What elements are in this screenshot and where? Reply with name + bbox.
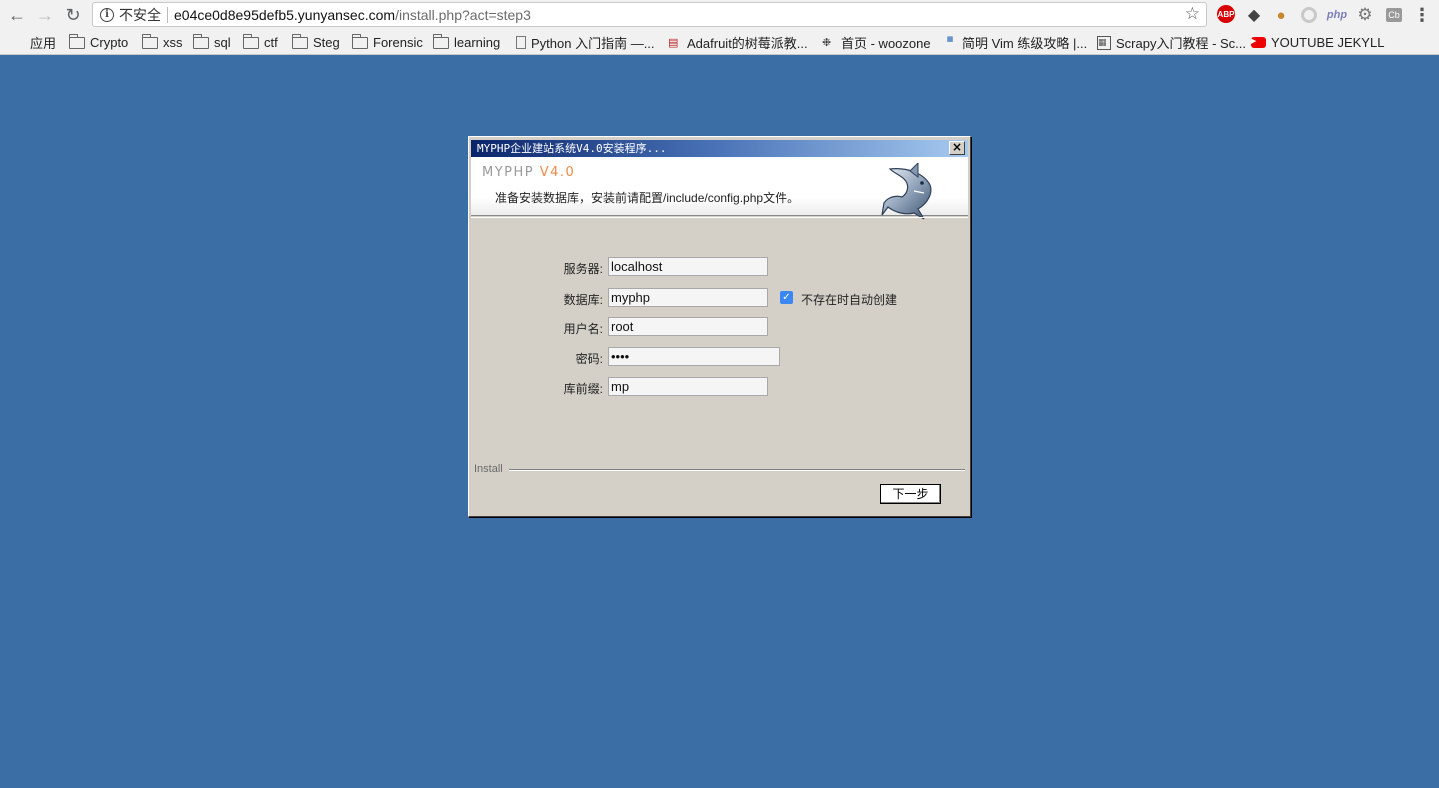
bookmarks-bar: 应用 Crypto xss sql ctf Steg Forensic lear… bbox=[0, 30, 1439, 55]
install-section-divider bbox=[509, 469, 965, 471]
password-label: 密码: bbox=[575, 352, 603, 366]
bookmark-apps[interactable]: 应用 bbox=[12, 34, 56, 51]
bookmark-label: 首页 - woozone bbox=[841, 36, 931, 51]
scrapy-logo-icon: ▦ bbox=[1097, 35, 1111, 50]
php-extension-icon[interactable]: php bbox=[1327, 5, 1347, 25]
username-label: 用户名: bbox=[563, 322, 603, 336]
forward-icon[interactable]: → bbox=[34, 4, 56, 26]
folder-icon bbox=[352, 33, 368, 49]
url-host: e04ce0d8e95defb5.yunyansec.com bbox=[174, 6, 396, 23]
cb-extension-icon[interactable]: Cb bbox=[1386, 8, 1402, 22]
bookmark-star-icon[interactable]: ☆ bbox=[1185, 4, 1200, 24]
page-icon bbox=[516, 36, 526, 49]
address-bar[interactable]: i 不安全 e04ce0d8e95defb5.yunyansec.com/ins… bbox=[92, 2, 1207, 27]
folder-icon bbox=[292, 33, 308, 49]
dialog-title: MYPHP企业建站系统V4.0安装程序... bbox=[477, 142, 667, 155]
bookmark-label: ctf bbox=[264, 35, 278, 50]
bookmark-scrapy[interactable]: ▦ Scrapy入门教程 - Sc... bbox=[1097, 34, 1246, 51]
bookmark-vim[interactable]: ▦ 简明 Vim 练级攻略 |... bbox=[943, 34, 1088, 52]
bookmark-woozone[interactable]: ❉ 首页 - woozone bbox=[822, 34, 931, 51]
banner-divider bbox=[471, 217, 968, 218]
adblock-icon[interactable]: ABP bbox=[1217, 5, 1235, 23]
diamond-extension-icon[interactable]: ◆ bbox=[1244, 5, 1264, 25]
bookmark-steg[interactable]: Steg bbox=[292, 33, 340, 51]
address-separator bbox=[167, 6, 168, 23]
adafruit-logo-icon: ▤ bbox=[668, 36, 679, 49]
bookmark-label: Python 入门指南 —... bbox=[531, 36, 655, 51]
bookmark-ctf[interactable]: ctf bbox=[243, 33, 278, 51]
info-icon[interactable]: i bbox=[100, 7, 114, 22]
bookmark-sql[interactable]: sql bbox=[193, 33, 231, 51]
apps-icon bbox=[12, 36, 25, 49]
bug-icon: ❉ bbox=[822, 36, 832, 49]
coolshell-logo-icon: ▦ bbox=[946, 35, 954, 43]
prefix-label: 库前缀: bbox=[563, 382, 603, 396]
back-icon[interactable]: ← bbox=[6, 4, 28, 26]
product-logo: MYPHP V4.0 bbox=[482, 165, 575, 180]
password-input[interactable] bbox=[608, 347, 780, 366]
bookmark-label: Steg bbox=[313, 35, 340, 50]
username-input[interactable] bbox=[608, 317, 768, 336]
auto-create-checkbox[interactable]: ✓ bbox=[780, 291, 793, 304]
shark-mascot-icon bbox=[881, 163, 932, 220]
password-row: 密码: bbox=[469, 347, 972, 367]
bookmark-label: sql bbox=[214, 35, 231, 50]
bookmark-xss[interactable]: xss bbox=[142, 33, 183, 51]
next-step-button[interactable]: 下一步 bbox=[880, 484, 941, 504]
bookmark-forensic[interactable]: Forensic bbox=[352, 33, 423, 51]
folder-icon bbox=[142, 33, 158, 49]
auto-create-label: 不存在时自动创建 bbox=[801, 293, 898, 307]
username-row: 用户名: bbox=[469, 317, 972, 337]
bookmark-label: 简明 Vim 练级攻略 |... bbox=[962, 36, 1088, 51]
logo-version: V4.0 bbox=[539, 165, 576, 180]
close-button[interactable]: × bbox=[949, 141, 965, 155]
prefix-input[interactable] bbox=[608, 377, 768, 396]
folder-icon bbox=[433, 33, 449, 49]
gear-icon[interactable]: ⚙ bbox=[1355, 5, 1375, 25]
folder-icon bbox=[243, 33, 259, 49]
install-description: 准备安装数据库，安装前请配置/include/config.php文件。 bbox=[495, 191, 800, 205]
prefix-row: 库前缀: bbox=[469, 377, 972, 397]
reload-icon[interactable]: ↻ bbox=[62, 4, 84, 26]
server-label: 服务器: bbox=[563, 262, 603, 276]
database-input[interactable] bbox=[608, 288, 768, 307]
youtube-icon: ▶ bbox=[1251, 37, 1266, 48]
database-label: 数据库: bbox=[563, 293, 603, 307]
bookmark-label: 应用 bbox=[30, 36, 57, 51]
cookie-icon[interactable]: ● bbox=[1271, 5, 1291, 25]
folder-icon bbox=[69, 33, 85, 49]
dialog-titlebar[interactable]: MYPHP企业建站系统V4.0安装程序... × bbox=[471, 140, 968, 157]
dialog-banner: MYPHP V4.0 准备安装数据库，安装前请配置/include/config… bbox=[471, 157, 968, 220]
bookmark-label: Forensic bbox=[373, 35, 423, 50]
circle-extension-icon[interactable] bbox=[1301, 7, 1317, 23]
server-row: 服务器: bbox=[469, 257, 972, 277]
bookmark-adafruit[interactable]: ▤ Adafruit的树莓派教... bbox=[668, 34, 808, 51]
bookmark-label: Scrapy入门教程 - Sc... bbox=[1116, 36, 1247, 51]
menu-icon[interactable]: ⋮ bbox=[1412, 5, 1432, 25]
bookmark-youtube[interactable]: ▶ YOUTUBE JEKYLL bbox=[1251, 34, 1384, 51]
installer-dialog: MYPHP企业建站系统V4.0安装程序... × MYPHP V4.0 准备安装… bbox=[468, 136, 971, 517]
bookmark-label: learning bbox=[454, 35, 501, 50]
url-path: /install.php?act=step3 bbox=[395, 6, 531, 23]
bookmark-crypto[interactable]: Crypto bbox=[69, 33, 129, 51]
browser-toolbar: ← → ↻ i 不安全 e04ce0d8e95defb5.yunyansec.c… bbox=[0, 0, 1439, 30]
insecure-label: 不安全 bbox=[119, 6, 161, 23]
bookmark-label: YOUTUBE JEKYLL bbox=[1271, 35, 1385, 50]
bookmark-python[interactable]: Python 入门指南 —... bbox=[516, 34, 655, 51]
server-input[interactable] bbox=[608, 257, 768, 276]
install-section-label: Install bbox=[474, 463, 507, 475]
bookmark-label: xss bbox=[163, 35, 183, 50]
bookmark-label: Adafruit的树莓派教... bbox=[687, 36, 808, 51]
folder-icon bbox=[193, 33, 209, 49]
logo-name: MYPHP bbox=[482, 165, 535, 180]
bookmark-learning[interactable]: learning bbox=[433, 33, 501, 51]
database-row: 数据库: ✓ 不存在时自动创建 bbox=[469, 288, 972, 308]
bookmark-label: Crypto bbox=[90, 35, 129, 50]
